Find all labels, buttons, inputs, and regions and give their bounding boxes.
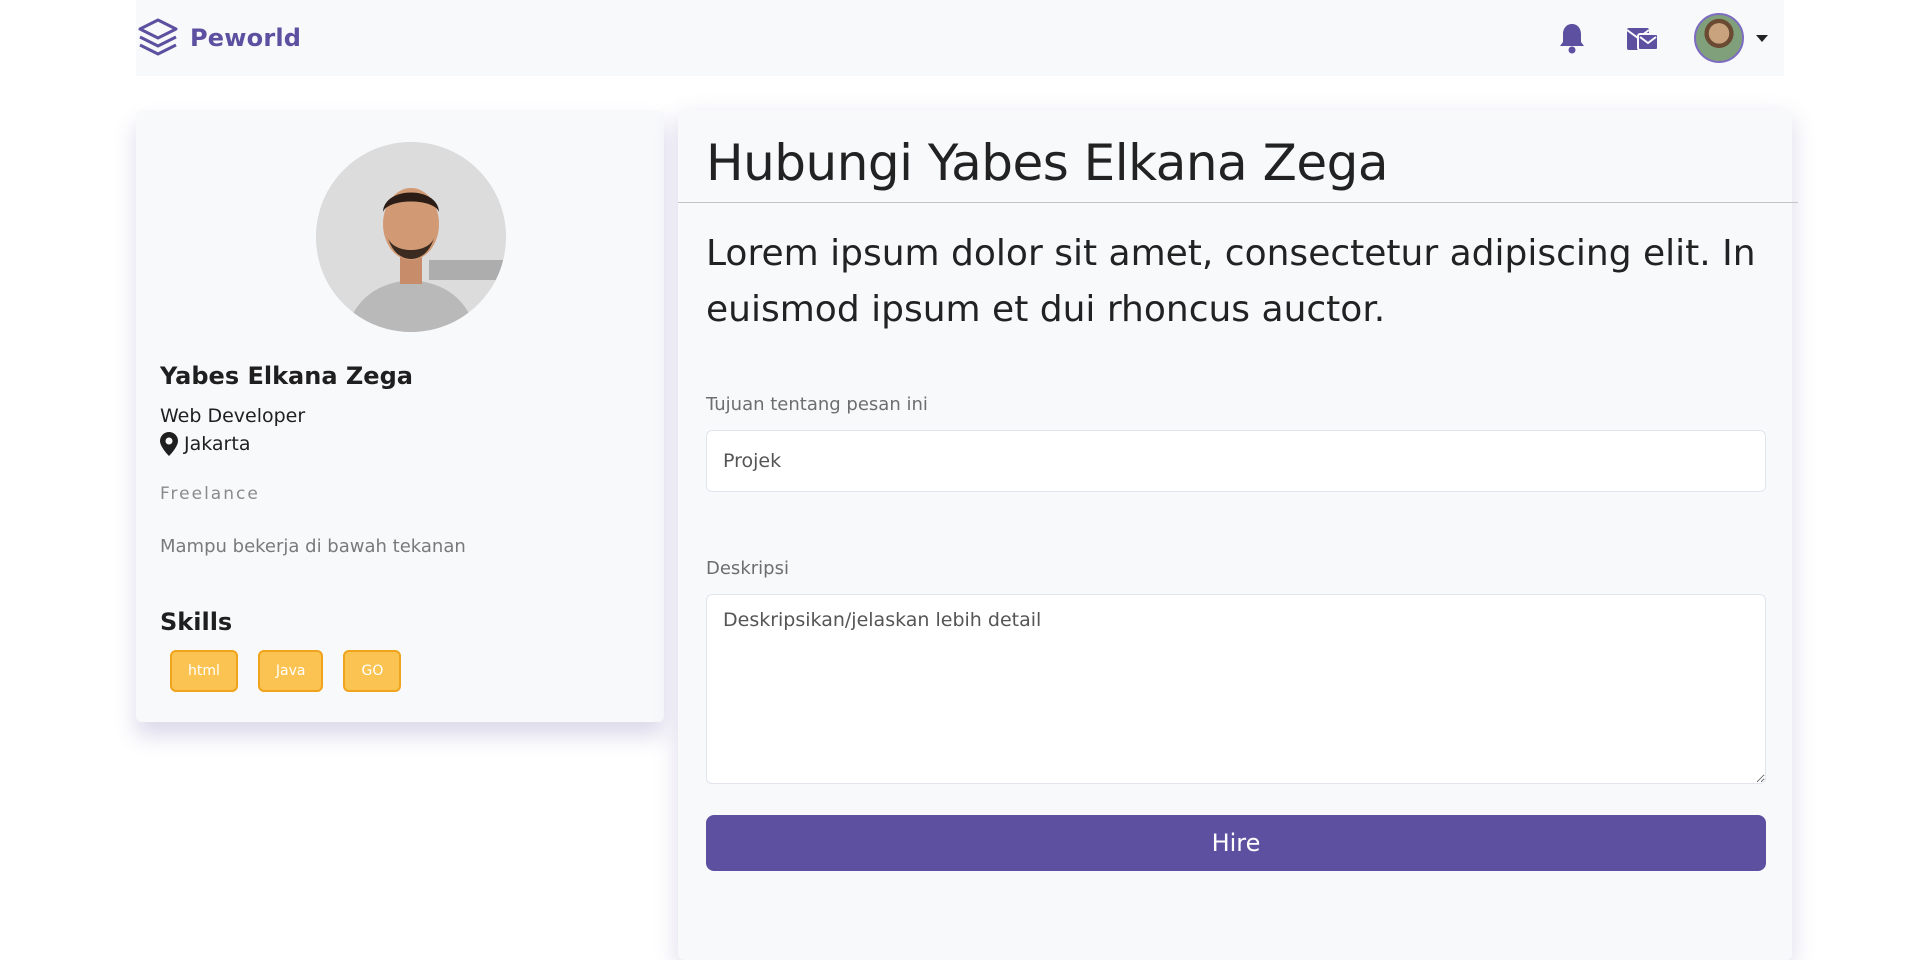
brand-logo-link[interactable]: Peworld (136, 16, 301, 60)
hire-button[interactable]: Hire (706, 815, 1766, 871)
profile-status: Freelance (160, 484, 260, 504)
navbar-actions (1554, 13, 1768, 63)
user-avatar (1694, 13, 1744, 63)
profile-job-title: Web Developer (160, 405, 306, 427)
contact-lead-text: Lorem ipsum dolor sit amet, consectetur … (706, 233, 1756, 330)
purpose-label: Tujuan tentang pesan ini (706, 394, 928, 415)
skill-badge: GO (343, 650, 402, 692)
top-navbar: Peworld (136, 0, 1784, 76)
profile-description: Mampu bekerja di bawah tekanan (160, 536, 466, 557)
mail-icon[interactable] (1624, 20, 1660, 56)
profile-location-text: Jakarta (184, 433, 251, 455)
bell-icon[interactable] (1554, 20, 1590, 56)
title-divider (678, 202, 1798, 203)
description-label: Deskripsi (706, 558, 789, 579)
profile-photo (316, 142, 506, 332)
skills-list: html Java GO (170, 650, 402, 692)
user-menu-toggle[interactable] (1694, 13, 1768, 63)
skill-badge: html (170, 650, 238, 692)
purpose-input[interactable] (706, 430, 1766, 492)
profile-location: Jakarta (160, 432, 250, 456)
contact-card: Hubungi Yabes Elkana Zega Lorem ipsum do… (678, 110, 1798, 960)
layers-logo-icon (138, 18, 178, 56)
skill-badge: Java (257, 650, 324, 692)
skills-heading: Skills (160, 608, 233, 636)
chevron-down-icon (1756, 34, 1768, 42)
description-textarea[interactable] (706, 594, 1766, 784)
contact-title: Hubungi Yabes Elkana Zega (706, 134, 1388, 192)
profile-name: Yabes Elkana Zega (160, 362, 413, 390)
map-pin-icon (160, 432, 178, 456)
profile-card: Yabes Elkana Zega Web Developer Jakarta … (136, 110, 664, 722)
brand-name: Peworld (190, 24, 302, 52)
